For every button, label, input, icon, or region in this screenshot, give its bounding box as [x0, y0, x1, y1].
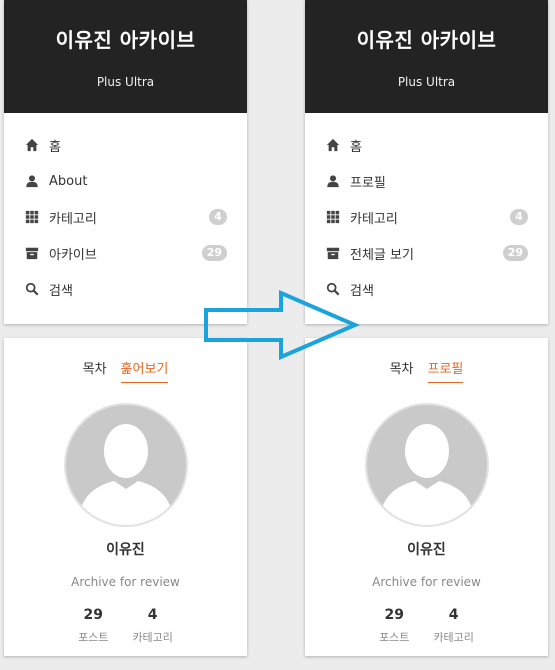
avatar	[364, 403, 489, 527]
profile-description: Archive for review	[372, 575, 481, 589]
grid-icon	[326, 210, 340, 224]
blog-subtitle: Plus Ultra	[397, 75, 456, 89]
blog-header: 이유진 아카이브 Plus Ultra	[305, 0, 548, 113]
stat-label: 포스트	[78, 631, 109, 644]
blog-subtitle: Plus Ultra	[96, 75, 155, 89]
archive-icon	[25, 247, 39, 260]
profile-card: 목차 프로필 이유진 Archive for review 29 포스트 4 카…	[305, 338, 548, 656]
stat-categories[interactable]: 4 카테고리	[433, 607, 473, 645]
tab-profile[interactable]: 프로필	[427, 358, 464, 383]
blog-title[interactable]: 이유진 아카이브	[4, 24, 247, 53]
count-badge: 29	[502, 245, 528, 261]
grid-icon	[25, 210, 39, 224]
stat-label: 카테고리	[132, 631, 173, 644]
menu-item-home[interactable]: 홈	[4, 127, 247, 163]
profile-stats: 29 포스트 4 카테고리	[305, 607, 548, 645]
stat-categories[interactable]: 4 카테고리	[132, 607, 172, 645]
sidebar-menu-card: 이유진 아카이브 Plus Ultra 홈 프로필 카테고리 4 전체글 보기 …	[305, 0, 548, 324]
stat-label: 카테고리	[433, 631, 474, 644]
menu-item-label: 카테고리	[350, 211, 398, 227]
menu-item-label: 홈	[49, 139, 61, 155]
profile-tabs: 목차 훑어보기	[4, 358, 247, 383]
blog-title[interactable]: 이유진 아카이브	[305, 24, 548, 53]
menu-item-label: 아카이브	[49, 247, 97, 263]
home-icon	[326, 138, 340, 152]
stat-value: 29	[83, 607, 103, 623]
stat-label: 포스트	[379, 631, 410, 644]
blog-header: 이유진 아카이브 Plus Ultra	[4, 0, 247, 113]
count-badge: 4	[209, 209, 227, 225]
menu-item-label: 홈	[350, 139, 362, 155]
count-badge: 4	[510, 209, 528, 225]
archive-icon	[326, 247, 340, 260]
stat-value: 4	[448, 607, 459, 623]
menu-item-label: About	[49, 173, 88, 189]
menu-item-label: 검색	[49, 283, 73, 299]
profile-card: 목차 훑어보기 이유진 Archive for review 29 포스트 4 …	[4, 338, 247, 656]
menu-item-label: 프로필	[350, 175, 386, 191]
menu-item-category[interactable]: 카테고리 4	[4, 199, 247, 235]
menu-item-category[interactable]: 카테고리 4	[305, 199, 548, 235]
stat-posts[interactable]: 29 포스트	[78, 607, 108, 645]
user-icon	[26, 175, 38, 188]
search-icon	[25, 282, 39, 296]
right-arrow-icon	[204, 290, 361, 360]
home-icon	[25, 138, 39, 152]
profile-stats: 29 포스트 4 카테고리	[4, 607, 247, 645]
menu-item-home[interactable]: 홈	[305, 127, 548, 163]
avatar	[63, 403, 188, 527]
menu-item-all-posts[interactable]: 전체글 보기 29	[305, 235, 548, 271]
stat-value: 29	[384, 607, 404, 623]
menu-item-archive[interactable]: 아카이브 29	[4, 235, 247, 271]
profile-name: 이유진	[407, 542, 446, 558]
menu-item-profile[interactable]: 프로필	[305, 163, 548, 199]
user-icon	[327, 175, 339, 188]
tab-toc[interactable]: 목차	[83, 358, 107, 383]
menu-item-label: 검색	[350, 283, 374, 299]
tab-overview[interactable]: 훑어보기	[120, 358, 169, 383]
stat-value: 4	[147, 607, 158, 623]
profile-tabs: 목차 프로필	[305, 358, 548, 383]
stat-posts[interactable]: 29 포스트	[379, 607, 409, 645]
menu-item-label: 전체글 보기	[350, 247, 414, 263]
profile-name: 이유진	[106, 542, 145, 558]
menu-item-label: 카테고리	[49, 211, 97, 227]
menu-item-about[interactable]: About	[4, 163, 247, 199]
profile-description: Archive for review	[71, 575, 180, 589]
count-badge: 29	[201, 245, 227, 261]
tab-toc[interactable]: 목차	[390, 358, 414, 383]
sidebar-menu-card: 이유진 아카이브 Plus Ultra 홈 About 카테고리 4 아카이브 …	[4, 0, 247, 324]
